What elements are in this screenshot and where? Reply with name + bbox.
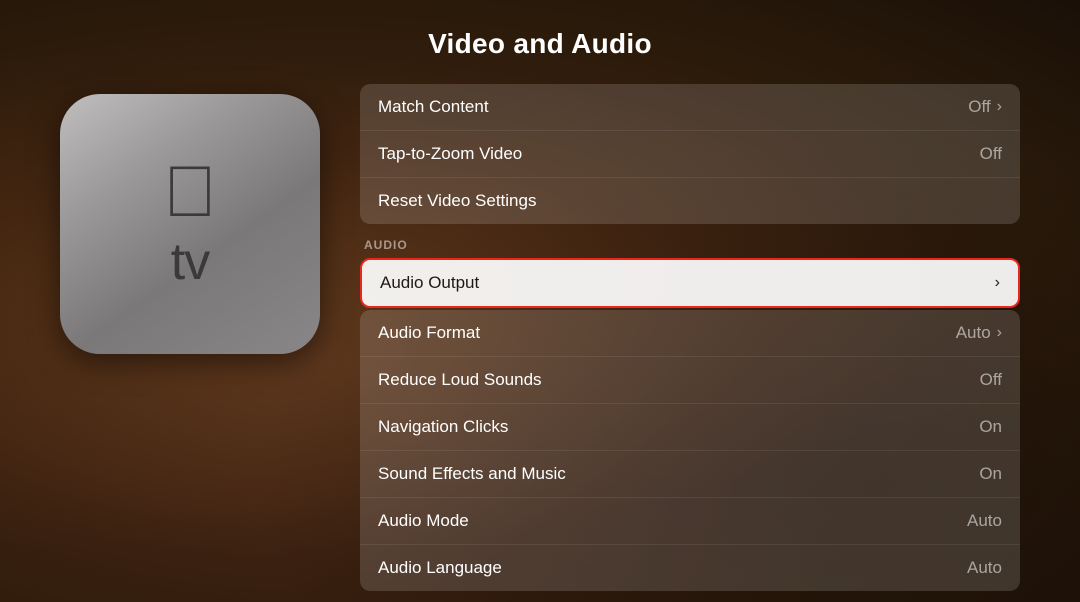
settings-row-audio-format[interactable]: Audio Format Auto › [360,310,1020,357]
settings-panel: Match Content Off › Tap-to-Zoom Video Of… [360,84,1020,591]
reduce-loud-value: Off [980,370,1002,390]
audio-format-value: Auto [956,323,991,343]
settings-row-reduce-loud[interactable]: Reduce Loud Sounds Off [360,357,1020,404]
content-area:  tv Match Content Off › Tap-to-Zoom Vid… [0,84,1080,591]
audio-mode-right: Auto [967,511,1002,531]
tap-to-zoom-value: Off [980,144,1002,164]
audio-mode-label: Audio Mode [378,511,469,531]
sound-effects-label: Sound Effects and Music [378,464,566,484]
tv-label: tv [171,232,209,292]
main-container: Video and Audio  tv Match Content Off ›… [0,0,1080,602]
audio-language-right: Auto [967,558,1002,578]
tap-to-zoom-label: Tap-to-Zoom Video [378,144,522,164]
reset-video-label: Reset Video Settings [378,191,536,211]
nav-clicks-value: On [979,417,1002,437]
settings-row-match-content[interactable]: Match Content Off › [360,84,1020,131]
sound-effects-value: On [979,464,1002,484]
apple-tv-device:  tv [60,94,320,354]
settings-row-sound-effects[interactable]: Sound Effects and Music On [360,451,1020,498]
settings-row-audio-output[interactable]: Audio Output › [360,258,1020,308]
audio-section-label: AUDIO [360,224,1020,258]
audio-format-label: Audio Format [378,323,480,343]
settings-row-audio-language[interactable]: Audio Language Auto [360,545,1020,591]
video-settings-group: Match Content Off › Tap-to-Zoom Video Of… [360,84,1020,224]
nav-clicks-right: On [979,417,1002,437]
settings-row-reset-video[interactable]: Reset Video Settings [360,178,1020,224]
audio-language-label: Audio Language [378,558,502,578]
audio-format-right: Auto › [956,323,1002,343]
page-title: Video and Audio [428,28,652,60]
match-content-value: Off [968,97,990,117]
audio-output-chevron-icon: › [995,274,1000,292]
settings-row-audio-mode[interactable]: Audio Mode Auto [360,498,1020,545]
apple-logo-icon:  [163,156,217,228]
audio-settings-group: Audio Format Auto › Reduce Loud Sounds O… [360,310,1020,591]
match-content-right: Off › [968,97,1002,117]
audio-mode-value: Auto [967,511,1002,531]
audio-output-right: › [995,274,1000,292]
reduce-loud-label: Reduce Loud Sounds [378,370,542,390]
sound-effects-right: On [979,464,1002,484]
reduce-loud-right: Off [980,370,1002,390]
match-content-label: Match Content [378,97,489,117]
nav-clicks-label: Navigation Clicks [378,417,508,437]
tap-to-zoom-right: Off [980,144,1002,164]
audio-language-value: Auto [967,558,1002,578]
audio-format-chevron-icon: › [997,324,1002,342]
audio-output-label: Audio Output [380,273,479,293]
settings-row-nav-clicks[interactable]: Navigation Clicks On [360,404,1020,451]
settings-row-tap-to-zoom[interactable]: Tap-to-Zoom Video Off [360,131,1020,178]
match-content-chevron-icon: › [997,98,1002,116]
